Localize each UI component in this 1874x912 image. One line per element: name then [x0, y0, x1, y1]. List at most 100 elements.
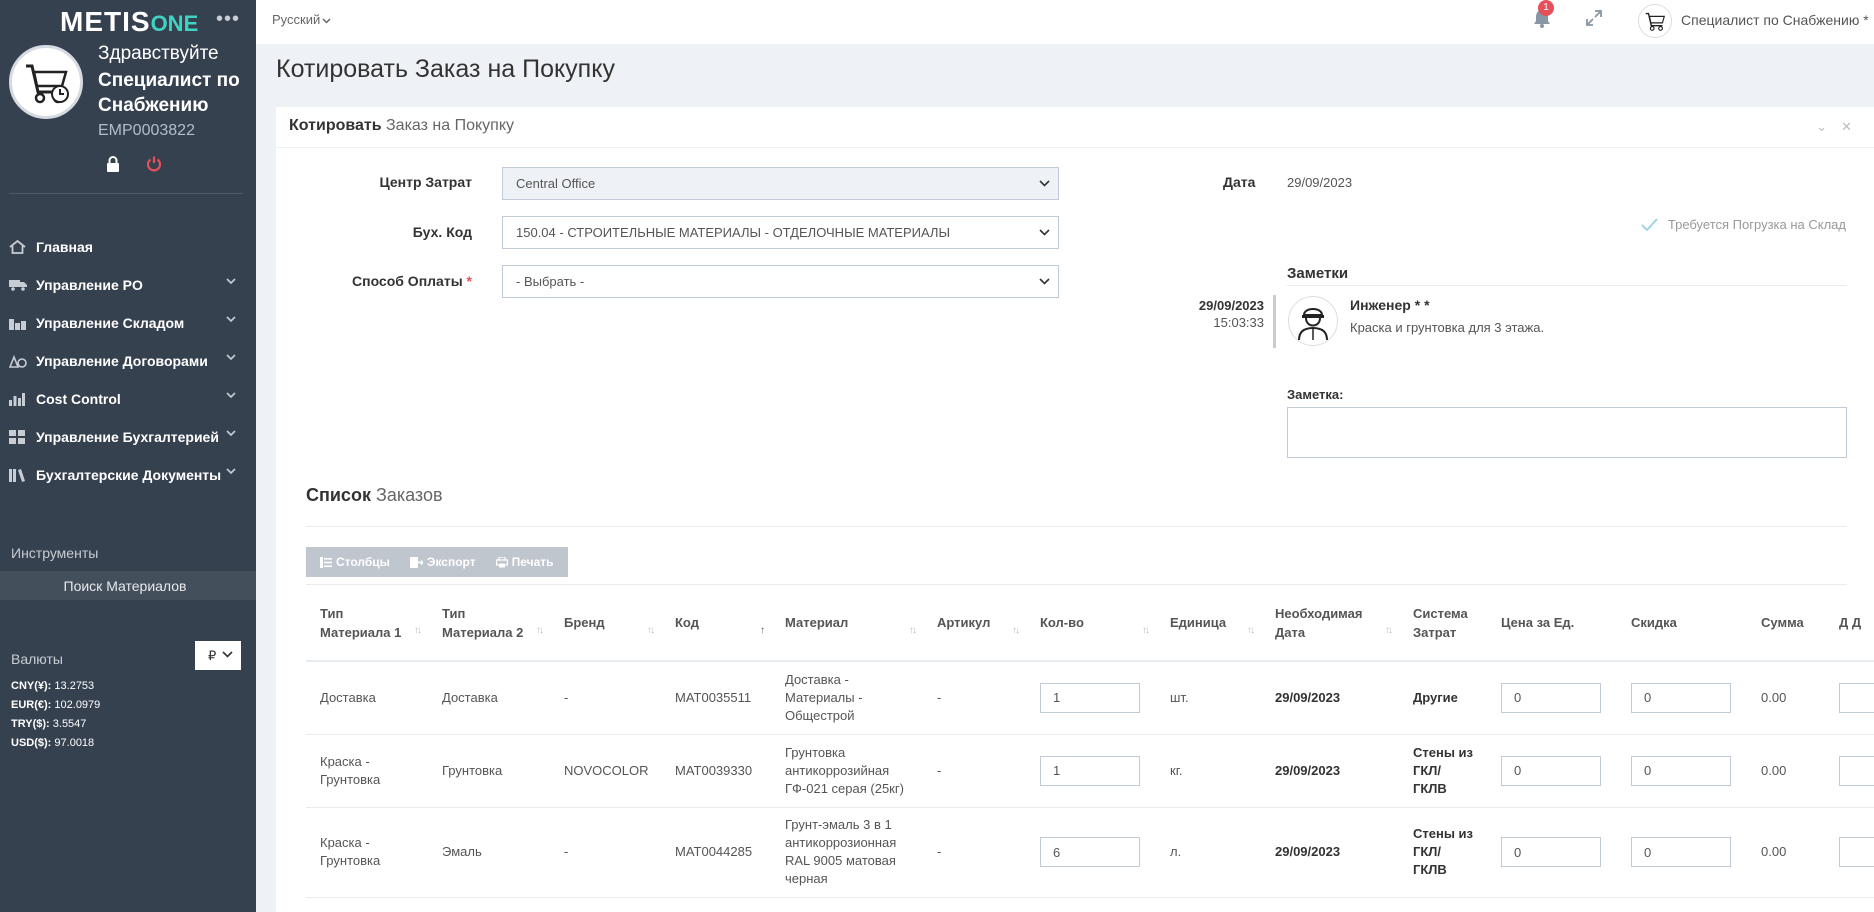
portlet-title: Котировать Заказ на Покупку — [289, 117, 515, 134]
sidebar-item-cost-control[interactable]: Cost Control — [0, 380, 256, 418]
columns-button[interactable]: Столбцы — [310, 547, 400, 577]
currency-select[interactable]: ₽ — [195, 641, 241, 670]
sidebar-item-po[interactable]: Управление PO — [0, 266, 256, 304]
cell-cost-system: Другие — [1399, 661, 1487, 735]
cell-extra — [1825, 661, 1874, 735]
cell-required-date: 29/09/2023 — [1261, 807, 1399, 898]
column-header-type1[interactable]: Тип Материала 1 ↑↓ — [306, 585, 428, 662]
column-header-unit[interactable]: Единица ↑↓ — [1156, 585, 1261, 662]
extra-input[interactable] — [1839, 682, 1874, 713]
column-header-cost-system: Система Затрат — [1399, 585, 1487, 662]
more-menu-icon[interactable]: ••• — [216, 8, 240, 31]
logo[interactable]: METISONE — [60, 6, 198, 38]
discount-input[interactable] — [1631, 755, 1731, 786]
sidebar-item-contracts[interactable]: Управление Договорами — [0, 342, 256, 380]
qty-input[interactable] — [1040, 682, 1140, 713]
account-code-select[interactable]: 150.04 - СТРОИТЕЛЬНЫЕ МАТЕРИАЛЫ - ОТДЕЛО… — [502, 216, 1059, 249]
orders-list-title: Список Заказов — [306, 485, 443, 505]
sidebar-item-accounting-docs[interactable]: Бухгалтерские Документы — [0, 456, 256, 494]
cell-material: Доставка - Материалы - Общестрой — [771, 661, 923, 735]
greeting: Здравствуйте — [98, 43, 219, 64]
collapse-icon[interactable]: ⌄ — [1816, 119, 1827, 134]
chevron-down-icon — [1039, 180, 1050, 187]
sidebar-item-material-search[interactable]: Поиск Материалов — [0, 571, 256, 600]
payment-method-select[interactable]: - Выбрать - — [502, 265, 1059, 298]
note-text: Краска и грунтовка для 3 этажа. — [1350, 320, 1545, 335]
column-header-material[interactable]: Материал ↑↓ — [771, 585, 923, 662]
cell-extra — [1825, 807, 1874, 898]
column-header-type2[interactable]: Тип Материала 2 ↑↓ — [428, 585, 550, 662]
language-select[interactable]: Русский — [272, 12, 331, 27]
warehouse-load-checkbox[interactable]: Требуется Погрузка на Склад — [1641, 217, 1846, 232]
truck-icon — [9, 278, 27, 292]
column-header-brand[interactable]: Бренд ↑↓ — [550, 585, 661, 662]
note-divider — [1273, 295, 1276, 348]
export-button[interactable]: Экспорт — [400, 547, 486, 577]
qty-input[interactable] — [1040, 755, 1140, 786]
cell-type2: Доставка — [428, 661, 550, 735]
orders-table: Тип Материала 1 ↑↓ Тип Материала 2 ↑↓ Брен… — [306, 585, 1874, 898]
column-header-code[interactable]: Код ↑ — [661, 585, 771, 662]
cell-type1: Краска - Грунтовка — [306, 807, 428, 898]
cell-article: - — [923, 661, 1026, 735]
discount-input[interactable] — [1631, 837, 1731, 867]
chevron-down-icon — [226, 430, 236, 437]
lock-icon[interactable] — [106, 156, 120, 175]
rate-row: TRY($): 3.5547 — [11, 718, 87, 730]
top-user-name[interactable]: Специалист по Снабжению * — [1681, 12, 1869, 28]
cost-center-label: Центр Затрат — [379, 174, 472, 190]
table-row: Краска - Грунтовка Грунтовка NOVOCOLOR M… — [306, 734, 1874, 808]
cell-unit: шт. — [1156, 661, 1261, 735]
cost-center-select[interactable]: Central Office — [502, 167, 1059, 200]
cell-qty — [1026, 807, 1156, 898]
sidebar: METISONE ••• Здравствуйте Специалист по … — [0, 0, 256, 912]
sort-icon: ↑↓ — [909, 625, 917, 636]
column-header-article[interactable]: Артикул ↑↓ — [923, 585, 1026, 662]
sidebar-item-label: Управление Бухгалтерией — [36, 429, 219, 445]
power-icon[interactable] — [145, 155, 163, 176]
portlet-divider — [276, 147, 1874, 148]
cell-article: - — [923, 734, 1026, 808]
chevron-down-icon — [1039, 278, 1050, 285]
payment-method-label: Способ Оплаты * — [352, 273, 472, 289]
date-value: 29/09/2023 — [1287, 175, 1353, 190]
table-row: Краска - Грунтовка Эмаль - MAT0044285 Гр… — [306, 807, 1874, 898]
extra-input[interactable] — [1839, 755, 1874, 786]
cell-code: MAT0039330 — [661, 734, 771, 808]
sort-icon: ↑↓ — [1247, 625, 1255, 636]
currencies-heading: Валюты — [11, 651, 63, 667]
cell-discount — [1617, 807, 1747, 898]
columns-icon — [320, 556, 332, 568]
price-input[interactable] — [1501, 682, 1601, 713]
extra-input[interactable] — [1839, 837, 1874, 867]
discount-input[interactable] — [1631, 682, 1731, 713]
qty-input[interactable] — [1040, 837, 1140, 867]
chevron-down-icon — [226, 354, 236, 361]
books-icon — [9, 468, 27, 482]
column-header-qty[interactable]: Кол-во ↑↓ — [1026, 585, 1156, 662]
column-header-required-date[interactable]: Необходимая Дата ↑↓ — [1261, 585, 1399, 662]
sidebar-item-warehouse[interactable]: Управление Складом — [0, 304, 256, 342]
note-input[interactable] — [1287, 407, 1847, 458]
cell-qty — [1026, 661, 1156, 735]
user-avatar[interactable] — [1638, 4, 1672, 38]
fullscreen-icon[interactable] — [1586, 10, 1602, 29]
export-icon — [409, 556, 423, 568]
price-input[interactable] — [1501, 755, 1601, 786]
currency-rates: CNY(¥): 13.2753 EUR(€): 102.0979 TRY($):… — [11, 677, 100, 753]
cell-type2: Грунтовка — [428, 734, 550, 808]
cell-brand: - — [550, 807, 661, 898]
sidebar-item-label: Управление Складом — [36, 315, 185, 331]
column-header-sum: Сумма — [1747, 585, 1825, 662]
sort-icon: ↑↓ — [536, 625, 544, 636]
sidebar-item-home[interactable]: Главная — [0, 228, 256, 266]
close-icon[interactable]: ✕ — [1841, 119, 1852, 134]
print-button[interactable]: Печать — [486, 547, 564, 577]
sidebar-item-label: Бухгалтерские Документы — [36, 467, 222, 483]
column-header-extra: Д Д — [1825, 585, 1874, 662]
sidebar-item-accounting[interactable]: Управление Бухгалтерией — [0, 418, 256, 456]
account-code-label: Бух. Код — [412, 224, 472, 240]
price-input[interactable] — [1501, 837, 1601, 867]
chevron-down-icon — [1039, 229, 1050, 236]
sidebar-user-name: Специалист по Снабжению — [98, 70, 240, 116]
